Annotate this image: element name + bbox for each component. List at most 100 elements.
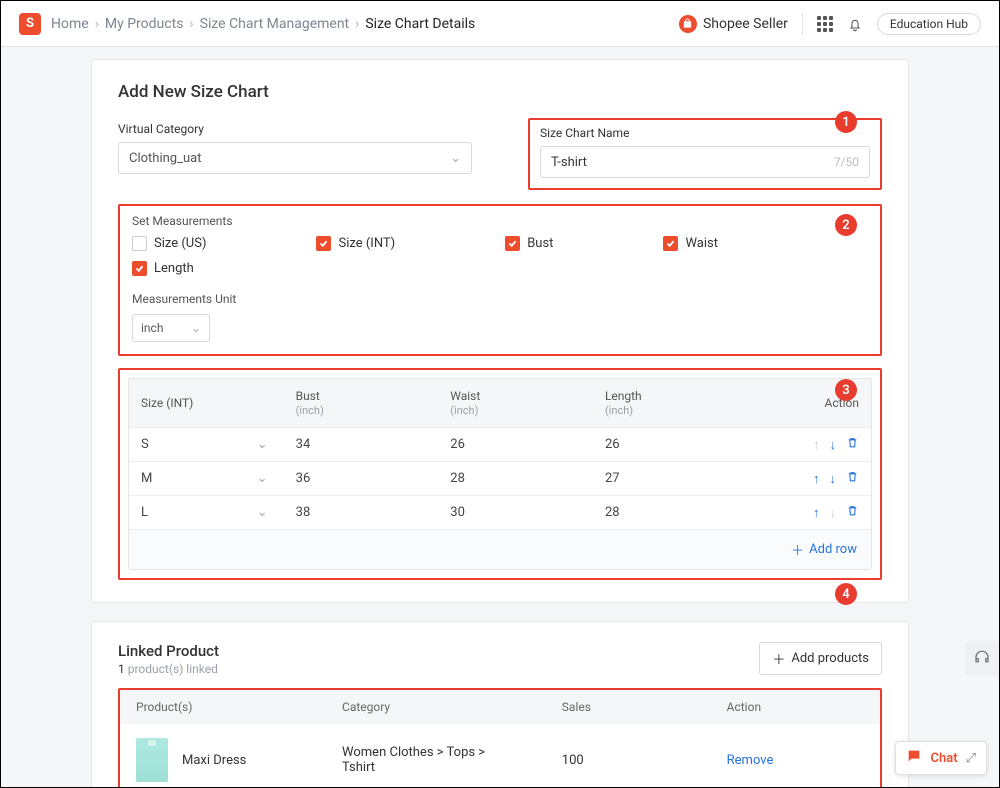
crumb-size-chart-mgmt[interactable]: Size Chart Management [200,16,350,32]
crumb-home[interactable]: Home [51,16,89,32]
highlight-box-4: Product(s) Category Sales Action Maxi Dr… [118,688,882,788]
vc-value: Clothing_uat [129,151,201,166]
page-root: S Home › My Products › Size Chart Manage… [0,0,1000,788]
card-title: Add New Size Chart [118,82,882,102]
annotation-badge-4: 4 [835,583,857,605]
product-sales: 100 [562,753,727,768]
add-row-label: Add row [809,542,857,557]
size-chart-card: Add New Size Chart Virtual Category Clot… [91,59,909,603]
apps-grid-icon[interactable] [817,16,833,32]
chk-label: Size (INT) [338,236,395,251]
th-category: Category [342,700,562,714]
linked-subtitle: 1 product(s) linked [118,662,219,676]
chk-length[interactable]: Length [132,261,194,276]
move-up-icon[interactable]: ↑ [813,471,820,487]
crumb-my-products[interactable]: My Products [105,16,184,32]
chevron-down-icon: ⌄ [257,471,268,486]
annotation-badge-3: 3 [835,379,857,401]
brand-text: Shopee Seller [703,16,788,32]
bust-cell[interactable]: 38 [296,505,451,520]
th-bust: Bust(inch) [296,389,451,417]
expand-icon: ⤢ [966,751,976,766]
th-size: Size (INT) [141,396,296,410]
length-cell[interactable]: 28 [605,505,760,520]
plus-icon: ＋ [772,649,785,668]
chevron-down-icon: ⌄ [257,437,268,452]
virtual-category-field: Virtual Category Clothing_uat ⌄ [118,122,472,190]
content: Add New Size Chart Virtual Category Clot… [1,47,999,788]
annotation-badge-1: 1 [835,111,857,133]
unit-select[interactable]: inch ⌄ [132,314,210,342]
length-cell[interactable]: 26 [605,437,760,452]
highlight-box-3: Size (INT) Bust(inch) Waist(inch) Length… [118,368,882,580]
size-cell[interactable]: M⌄ [141,471,296,486]
chevron-down-icon: ⌄ [450,151,461,166]
divider [802,13,803,35]
move-down-icon[interactable]: ↓ [829,437,836,453]
chevron-down-icon: ⌄ [191,321,201,335]
move-up-icon[interactable]: ↑ [813,505,820,521]
waist-cell[interactable]: 30 [450,505,605,520]
add-row-button[interactable]: ＋ Add row [791,540,857,559]
education-hub-button[interactable]: Education Hub [877,13,981,35]
row-actions: ↑ ↓ [760,504,859,521]
chat-widget[interactable]: Chat ⤢ [895,741,987,775]
topbar: S Home › My Products › Size Chart Manage… [1,1,999,47]
product-thumb [136,738,168,782]
highlight-box-2: Set Measurements Size (US) Size (INT) Bu… [118,204,882,356]
chk-size-us[interactable]: Size (US) [132,236,206,251]
virtual-category-select[interactable]: Clothing_uat ⌄ [118,142,472,174]
chk-bust[interactable]: Bust [505,236,553,251]
length-cell[interactable]: 27 [605,471,760,486]
add-products-button[interactable]: ＋ Add products [759,642,882,675]
name-char-count: 7/50 [834,155,859,169]
move-up-icon: ↑ [813,437,820,453]
table-header: Size (INT) Bust(inch) Waist(inch) Length… [129,379,871,427]
row-actions: ↑ ↓ [760,436,859,453]
th-action: Action [727,700,864,714]
size-cell[interactable]: L⌄ [141,505,296,520]
linked-product-card: Linked Product 1 product(s) linked ＋ Add… [91,621,909,788]
plus-icon: ＋ [791,540,804,559]
measurements-row-2: Length [132,261,868,276]
set-measurements-label: Set Measurements [132,214,868,228]
chk-label: Bust [527,236,553,251]
bell-icon[interactable] [847,15,863,33]
product-cell: Maxi Dress [136,738,342,782]
bust-cell[interactable]: 34 [296,437,451,452]
linked-table: Product(s) Category Sales Action Maxi Dr… [120,690,880,788]
brand-label[interactable]: Shopee Seller [679,15,788,33]
waist-cell[interactable]: 28 [450,471,605,486]
table-row: L⌄ 38 30 28 ↑ ↓ [129,495,871,529]
size-chart-name-input[interactable]: T-shirt 7/50 [540,146,870,178]
unit-label: Measurements Unit [132,292,868,306]
chat-icon [906,748,922,768]
move-down-icon[interactable]: ↓ [829,471,836,487]
size-cell[interactable]: S⌄ [141,437,296,452]
delete-icon[interactable] [846,436,859,453]
add-products-label: Add products [791,651,869,666]
remove-link[interactable]: Remove [727,753,864,768]
chevron-right-icon: › [189,16,193,32]
row-actions: ↑ ↓ [760,470,859,487]
vc-label: Virtual Category [118,122,472,136]
delete-icon[interactable] [846,504,859,521]
th-length: Length(inch) [605,389,760,417]
size-chart-name-field: Size Chart Name T-shirt 7/50 [528,122,882,190]
annotation-badge-2: 2 [835,214,857,236]
unit-value: inch [141,321,163,335]
chk-waist[interactable]: Waist [663,236,718,251]
chk-size-int[interactable]: Size (INT) [316,236,395,251]
delete-icon[interactable] [846,470,859,487]
linked-row: Maxi Dress Women Clothes > Tops > Tshirt… [120,724,880,788]
bust-cell[interactable]: 36 [296,471,451,486]
shopee-logo-icon: S [19,13,41,35]
highlight-box-1: Size Chart Name T-shirt 7/50 [528,118,882,190]
product-name: Maxi Dress [182,753,246,768]
support-headset-icon[interactable] [965,641,999,675]
waist-cell[interactable]: 26 [450,437,605,452]
top-fields-row: Virtual Category Clothing_uat ⌄ Size Cha… [118,122,882,190]
chevron-right-icon: › [355,16,359,32]
measurements-row-1: Size (US) Size (INT) Bust Waist [132,236,868,251]
chk-label: Length [154,261,194,276]
